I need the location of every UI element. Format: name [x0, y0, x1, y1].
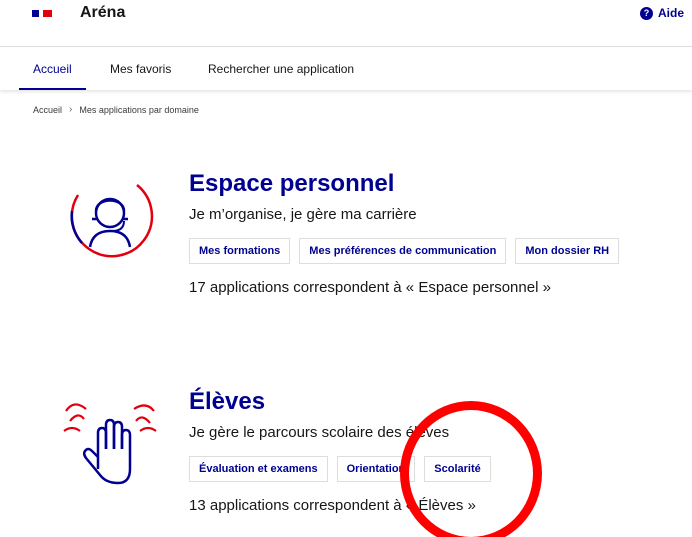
help-label: Aide — [657, 6, 684, 20]
nav-item-accueil[interactable]: Accueil — [19, 48, 86, 90]
eleves-raised-hand-pictogram — [63, 403, 157, 485]
main-nav: Accueil Mes favoris Rechercher une appli… — [0, 48, 692, 90]
tag-scolarite[interactable]: Scolarité — [424, 456, 491, 482]
tag-mes-formations[interactable]: Mes formations — [189, 238, 291, 264]
breadcrumb-separator: › — [69, 104, 73, 115]
tag-mon-dossier-rh[interactable]: Mon dossier RH — [515, 238, 620, 264]
tag-list-eleves: Évaluation et examens Orientation Scolar… — [189, 456, 491, 482]
domain-subtitle-espace-personnel: Je m’organise, je gère ma carrière — [189, 206, 417, 223]
domain-title-espace-personnel[interactable]: Espace personnel — [189, 170, 394, 198]
domain-subtitle-eleves: Je gère le parcours scolaire des élèves — [189, 424, 450, 441]
header: Aréna ? Aide — [0, 0, 692, 47]
tag-orientation[interactable]: Orientation — [336, 456, 416, 482]
nav-item-mes-favoris[interactable]: Mes favoris — [110, 48, 171, 90]
domain-title-eleves[interactable]: Élèves — [189, 388, 265, 416]
applications-count-espace-personnel: 17 applications correspondent à « Espace… — [189, 279, 551, 296]
app-title[interactable]: Aréna — [80, 4, 125, 22]
help-link[interactable]: ? Aide — [639, 6, 684, 20]
breadcrumb-accueil[interactable]: Accueil — [33, 105, 62, 115]
tag-evaluation-examens[interactable]: Évaluation et examens — [189, 456, 328, 482]
nav-item-rechercher-application[interactable]: Rechercher une application — [208, 48, 354, 90]
breadcrumb-current: Mes applications par domaine — [79, 104, 199, 115]
espace-personnel-pictogram — [70, 184, 154, 258]
help-icon: ? — [639, 6, 653, 20]
tag-list-espace-personnel: Mes formations Mes préférences de commun… — [189, 238, 620, 264]
tag-mes-preferences-communication[interactable]: Mes préférences de communication — [299, 238, 507, 264]
republique-francaise-logo — [32, 10, 54, 17]
applications-count-eleves: 13 applications correspondent à « Élèves… — [189, 497, 476, 514]
breadcrumb: Accueil › Mes applications par domaine — [33, 104, 199, 115]
